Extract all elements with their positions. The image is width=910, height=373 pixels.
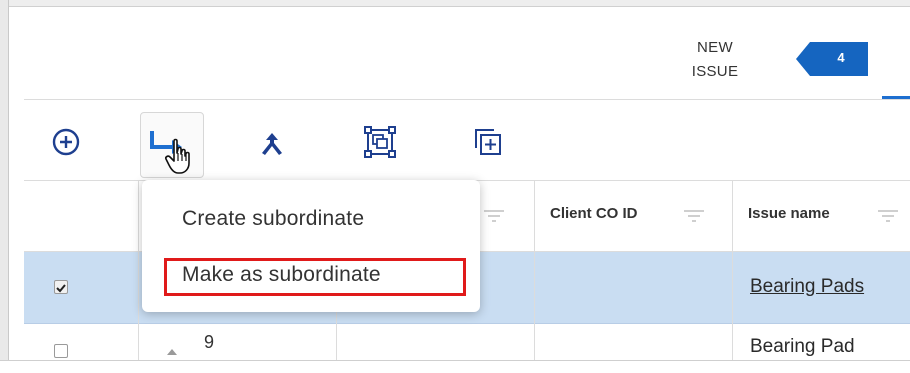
duplicate-plus-icon [475, 129, 501, 155]
add-button[interactable] [44, 120, 88, 164]
table-row[interactable]: 9 Bearing Pad [24, 324, 910, 360]
tab-new-issue[interactable]: NEW ISSUE [680, 36, 750, 84]
column-divider [138, 180, 139, 360]
expand-caret-icon[interactable] [166, 346, 178, 356]
badge-count: 4 [837, 50, 845, 65]
column-divider [732, 180, 733, 360]
duplicate-button[interactable] [466, 120, 510, 164]
checkmark-icon [56, 284, 66, 293]
row-checkbox[interactable] [54, 280, 68, 294]
row-checkbox[interactable] [54, 344, 68, 358]
column-header-client-co-id[interactable]: Client CO ID [550, 205, 638, 222]
bottom-border [0, 360, 910, 373]
merge-button[interactable] [250, 122, 294, 166]
hand-cursor-icon [165, 138, 190, 174]
top-border [0, 0, 910, 7]
filter-icon[interactable] [482, 207, 506, 225]
subordinate-arrow-icon [150, 131, 190, 174]
column-divider [534, 180, 535, 360]
column-header-issue-name[interactable]: Issue name [748, 205, 830, 222]
issue-name-text[interactable]: Bearing Pad [750, 336, 855, 358]
merge-icon [262, 133, 282, 155]
plus-circle-icon [52, 128, 80, 156]
filter-icon[interactable] [682, 207, 706, 225]
row-number: 9 [204, 332, 215, 352]
count-badge: 4 [796, 42, 868, 76]
menu-item-create-subordinate[interactable]: Create subordinate [182, 207, 364, 231]
left-border [0, 0, 9, 372]
filter-icon[interactable] [876, 207, 900, 225]
highlight-box [164, 258, 466, 296]
tab-label-line1: NEW [697, 39, 733, 56]
issue-name-link[interactable]: Bearing Pads [750, 276, 864, 298]
tab-label-line2: ISSUE [691, 63, 739, 80]
group-frame-icon [364, 126, 396, 158]
subordinate-button[interactable] [140, 112, 204, 178]
subordinate-menu: Create subordinate Make as subordinate [142, 180, 480, 312]
header-divider [24, 99, 910, 100]
group-button[interactable] [358, 120, 402, 164]
app-window: NEW ISSUE 4 Client CO ID Issue name Bear… [0, 0, 910, 373]
